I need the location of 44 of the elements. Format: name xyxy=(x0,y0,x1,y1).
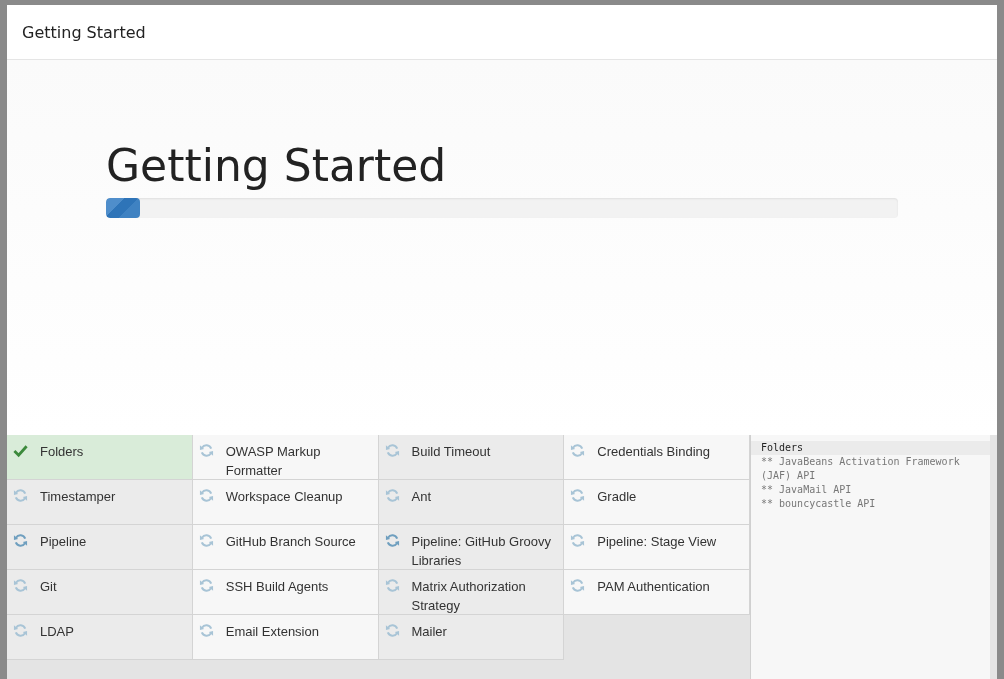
plugin-name: OWASP Markup Formatter xyxy=(225,443,322,480)
refresh-icon xyxy=(13,623,28,638)
refresh-icon xyxy=(570,443,586,458)
refresh-icon xyxy=(570,488,586,503)
plugin-name: Mailer xyxy=(411,623,447,641)
refresh-icon xyxy=(198,443,214,458)
refresh-icon xyxy=(570,578,586,593)
plugin-name: Email Extension xyxy=(225,623,319,641)
log-title: Folders xyxy=(751,441,990,455)
plugin-name: Credentials Binding xyxy=(597,443,710,461)
plugin-name: Timestamper xyxy=(40,488,116,506)
refresh-icon xyxy=(384,443,400,458)
refresh-icon xyxy=(384,533,400,548)
plugin-name: Git xyxy=(40,578,57,596)
refresh-icon xyxy=(198,533,214,548)
plugin-name: SSH Build Agents xyxy=(225,578,329,596)
plugin-name: Workspace Cleanup xyxy=(225,488,343,506)
refresh-icon xyxy=(384,488,400,503)
log-line: ** bouncycastle API xyxy=(760,497,877,511)
plugin-name: Ant xyxy=(411,488,431,506)
plugin-name: Build Timeout xyxy=(411,443,491,461)
plugin-name: Pipeline: GitHub Groovy Libraries xyxy=(411,533,552,570)
plugin-name: Matrix Authorization Strategy xyxy=(411,578,527,615)
checkmark-icon xyxy=(13,443,28,458)
plugin-name: Pipeline xyxy=(40,533,87,551)
refresh-icon xyxy=(13,533,28,548)
plugin-name: Pipeline: Stage View xyxy=(597,533,717,551)
refresh-icon xyxy=(384,623,400,638)
plugin-name: LDAP xyxy=(40,623,74,641)
refresh-icon xyxy=(198,578,214,593)
plugin-name: GitHub Branch Source xyxy=(225,533,356,551)
refresh-icon xyxy=(13,578,28,593)
plugin-name: Folders xyxy=(40,443,84,461)
log-line: ** JavaMail API xyxy=(760,483,853,497)
window-title: Getting Started xyxy=(22,22,146,42)
refresh-icon xyxy=(384,578,400,593)
plugin-name: Gradle xyxy=(597,488,637,506)
page-heading: Getting Started xyxy=(106,142,448,191)
plugin-name: PAM Authentication xyxy=(597,578,710,596)
refresh-icon xyxy=(13,488,28,503)
refresh-icon xyxy=(198,488,214,503)
log-line: ** JavaBeans Activation Framework (JAF) API xyxy=(760,455,961,483)
refresh-icon xyxy=(570,533,586,548)
refresh-icon xyxy=(198,623,214,638)
